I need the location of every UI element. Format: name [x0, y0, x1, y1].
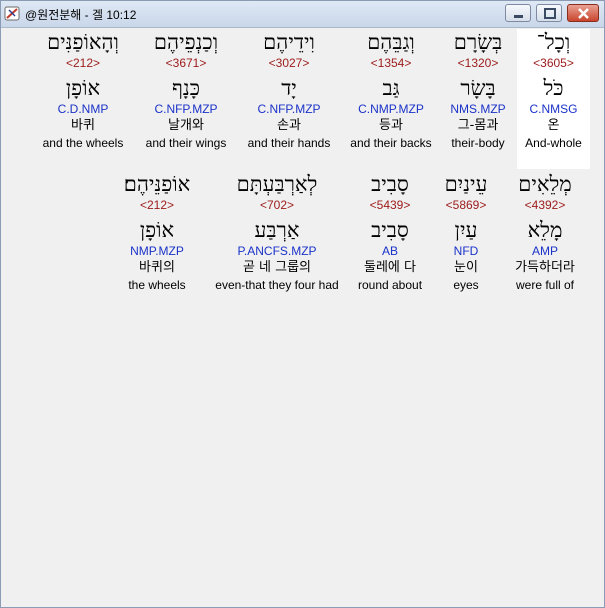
word-cell[interactable]: אוֹפַנֵּיהֶם׃ <212> אוֹפָן NMP.MZP 바퀴의 t… [109, 171, 205, 311]
hebrew-root: גַּב [382, 76, 400, 100]
hebrew-word: וְכַנְפֵיהֶם [153, 30, 219, 54]
hebrew-word: וִידֵיהֶם [263, 30, 315, 54]
english-gloss: were full of [515, 278, 575, 292]
hebrew-root: סָבִיב [371, 218, 409, 242]
hebrew-word: סָבִיב [371, 172, 409, 196]
english-gloss: and the wheels [42, 136, 124, 150]
hebrew-word: וְכָל־ [536, 30, 571, 54]
morphology-code[interactable]: C.NFP.MZP [239, 101, 339, 117]
strong-number[interactable]: <5439> [351, 197, 429, 213]
hebrew-word: אוֹפַנֵּיהֶם׃ [123, 172, 191, 196]
word-cell[interactable]: וְכַנְפֵיהֶם <3671> כָּנָף C.NFP.MZP 날개와… [137, 29, 235, 169]
strong-number[interactable]: <702> [209, 197, 345, 213]
english-gloss: eyes [453, 278, 479, 292]
close-icon [578, 8, 589, 19]
morphology-code[interactable]: NMP.MZP [109, 243, 205, 259]
hebrew-root: יָד [281, 76, 297, 100]
hebrew-word: עֵינַיִם [444, 172, 488, 196]
morphology-code[interactable]: C.NFP.MZP [137, 101, 235, 117]
title-bar[interactable]: @원전분해 - 겔 10:12 [1, 1, 604, 28]
korean-gloss: 그-몸과 [457, 118, 499, 133]
korean-gloss: 가득하더라 [515, 260, 575, 275]
english-gloss: the wheels [128, 278, 186, 292]
strong-number[interactable]: <5869> [433, 197, 499, 213]
korean-gloss: 곧 네 그룹의 [242, 260, 312, 275]
korean-gloss: 눈이 [454, 260, 478, 275]
maximize-button[interactable] [536, 4, 562, 22]
strong-number[interactable]: <4392> [503, 197, 587, 213]
korean-gloss: 날개와 [168, 118, 204, 133]
word-cell[interactable]: וְהָאוֹפַנִּים <212> אוֹפָן C.D.NMP 바퀴 a… [33, 29, 133, 169]
hebrew-word: וְגַבֵּהֶם [367, 30, 415, 54]
korean-gloss: 둘레에 다 [364, 260, 416, 275]
hebrew-root: אוֹפָן [65, 76, 101, 100]
strong-number[interactable]: <212> [109, 197, 205, 213]
hebrew-word: מְלֵאִים [518, 172, 572, 196]
korean-gloss: 바퀴의 [139, 260, 175, 275]
english-gloss: and their backs [350, 136, 432, 150]
morphology-code[interactable]: NFD [433, 243, 499, 259]
morphology-code[interactable]: C.D.NMP [33, 101, 133, 117]
morphology-code[interactable]: AMP [503, 243, 587, 259]
strong-number[interactable]: <1354> [343, 55, 439, 71]
minimize-icon [514, 15, 523, 18]
morphology-code[interactable]: NMS.MZP [443, 101, 513, 117]
app-window: @원전분해 - 겔 10:12 וְכָל־ <3605> כֹּל C.NMS… [0, 0, 605, 608]
word-cell[interactable]: וְכָל־ <3605> כֹּל C.NMSG 온 And-whole [517, 29, 590, 169]
morphology-code[interactable]: AB [351, 243, 429, 259]
hebrew-root: מָלֵא [527, 218, 563, 242]
hebrew-word: בְּשָׂרָם [453, 30, 503, 54]
maximize-icon [544, 8, 556, 19]
korean-gloss: 온 [547, 118, 560, 133]
parsing-panel: וְכָל־ <3605> כֹּל C.NMSG 온 And-whole בְ… [3, 28, 602, 605]
english-gloss: round about [357, 278, 423, 292]
strong-number[interactable]: <3027> [239, 55, 339, 71]
word-cell[interactable]: עֵינַיִם <5869> עַיִן NFD 눈이 eyes [433, 171, 499, 311]
morphology-code[interactable]: P.ANCFS.MZP [209, 243, 345, 259]
strong-number[interactable]: <212> [33, 55, 133, 71]
korean-gloss: 손과 [277, 118, 301, 133]
word-cell[interactable]: וִידֵיהֶם <3027> יָד C.NFP.MZP 손과 and th… [239, 29, 339, 169]
strong-number[interactable]: <3671> [137, 55, 235, 71]
word-cell[interactable]: וְגַבֵּהֶם <1354> גַּב C.NMP.MZP 등과 and … [343, 29, 439, 169]
morphology-code[interactable]: C.NMSG [517, 101, 590, 117]
hebrew-word: לְאַרְבַּעְתָּם [236, 172, 318, 196]
hebrew-root: אַרְבַּע [254, 218, 300, 242]
english-gloss: and their wings [145, 136, 227, 150]
english-gloss: their-body [451, 136, 505, 150]
morphology-code[interactable]: C.NMP.MZP [343, 101, 439, 117]
hebrew-root: כֹּל [543, 76, 564, 100]
korean-gloss: 바퀴 [71, 118, 95, 133]
strong-number[interactable]: <3605> [517, 55, 590, 71]
hebrew-root: כָּנָף [172, 76, 200, 100]
strong-number[interactable]: <1320> [443, 55, 513, 71]
hebrew-word: וְהָאוֹפַנִּים [47, 30, 119, 54]
english-gloss: even-that they four had [215, 278, 339, 292]
close-button[interactable] [567, 4, 599, 22]
book-icon[interactable] [4, 5, 21, 22]
word-cell[interactable]: לְאַרְבַּעְתָּם <702> אַרְבַּע P.ANCFS.M… [209, 171, 345, 311]
word-cell[interactable]: סָבִיב <5439> סָבִיב AB 둘레에 다 round abou… [351, 171, 429, 311]
english-gloss: And-whole [525, 136, 582, 150]
minimize-button[interactable] [505, 4, 531, 22]
hebrew-root: אוֹפָן [139, 218, 175, 242]
english-gloss: and their hands [247, 136, 331, 150]
window-title: @원전분해 - 겔 10:12 [25, 8, 137, 22]
word-cell[interactable]: בְּשָׂרָם <1320> בָּשָׂר NMS.MZP 그-몸과 th… [443, 29, 513, 169]
hebrew-root: בָּשָׂר [460, 76, 496, 100]
korean-gloss: 등과 [379, 118, 403, 133]
hebrew-root: עַיִן [454, 218, 478, 242]
word-cell[interactable]: מְלֵאִים <4392> מָלֵא AMP 가득하더라 were ful… [503, 171, 587, 311]
